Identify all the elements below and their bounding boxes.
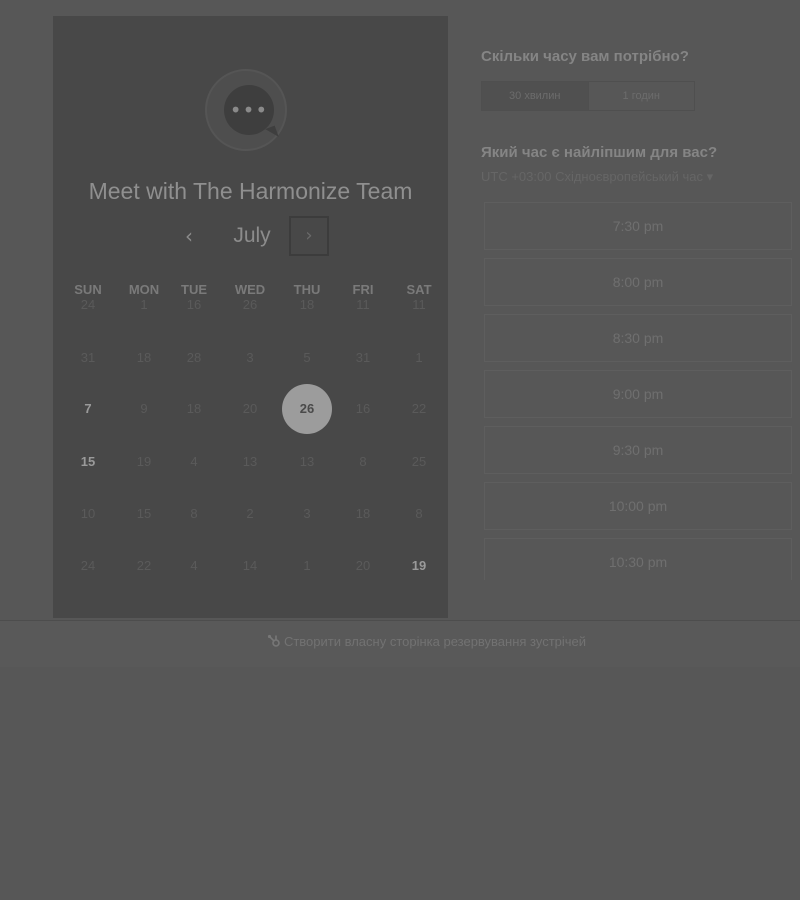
duration-heading: Скільки часу вам потрібно? (481, 48, 689, 65)
calendar-panel: ••• Meet with The Harmonize Team ‹ July … (53, 16, 448, 618)
calendar-day: 3 (246, 350, 254, 365)
calendar-day: 24 (80, 297, 96, 312)
calendar-day: 5 (303, 350, 311, 365)
calendar-day: 3 (303, 506, 311, 521)
calendar-day: 11 (356, 297, 370, 312)
time-slot-button[interactable]: 10:00 pm (484, 482, 792, 530)
calendar-day: 2 (246, 506, 254, 521)
timezone-dropdown[interactable]: UTC +03:00 Східноєвропейський час ▾ (481, 169, 713, 185)
calendar-day: 20 (242, 401, 258, 416)
calendar-day: 22 (136, 558, 152, 573)
calendar-day: 11 (412, 297, 426, 312)
calendar-day: 1 (140, 297, 148, 312)
time-slot-button[interactable]: 8:00 pm (484, 258, 792, 306)
calendar-day: 1 (303, 558, 311, 573)
time-slot-button[interactable]: 9:00 pm (484, 370, 792, 418)
calendar-day: 10 (80, 506, 96, 521)
month-label: July (233, 224, 271, 247)
calendar-day: 9 (140, 401, 148, 416)
next-month-chevron-icon[interactable]: › (289, 216, 329, 256)
calendar-day: 13 (242, 454, 258, 469)
calendar-day: 8 (190, 506, 198, 521)
calendar-day-available[interactable]: 7 (63, 384, 113, 434)
time-slot-button[interactable]: 8:30 pm (484, 314, 792, 362)
duration-toggle: 30 хвилин 1 годин (481, 81, 695, 111)
calendar-day: 18 (186, 401, 202, 416)
page-title: Meet with The Harmonize Team (88, 178, 413, 204)
calendar-day: 24 (80, 558, 96, 573)
time-slot-button[interactable]: 9:30 pm (484, 426, 792, 474)
calendar-day: 20 (355, 558, 371, 573)
calendar-day: 31 (80, 350, 96, 365)
calendar-day: 8 (415, 506, 423, 521)
duration-option-30-min[interactable]: 30 хвилин (482, 82, 588, 110)
calendar-day-selected[interactable]: 26 (282, 384, 332, 434)
calendar-day: 18 (355, 506, 371, 521)
calendar-day: 25 (411, 454, 427, 469)
chat-bubble-dots-icon: ••• (224, 85, 274, 135)
calendar-day: 31 (355, 350, 371, 365)
calendar-day: 1 (415, 350, 423, 365)
month-navigation: ‹ July › (53, 216, 448, 260)
calendar-day: 28 (186, 350, 202, 365)
calendar-day: 14 (242, 558, 258, 573)
footer-bar: Створити власну сторінка резервування зу… (0, 620, 800, 667)
create-booking-page-link[interactable]: Створити власну сторінка резервування зу… (53, 621, 800, 667)
hubspot-sprocket-icon (267, 634, 280, 647)
time-slot-button[interactable]: 10:30 pm (484, 538, 792, 580)
time-heading: Який час є найліпшим для вас? (481, 144, 718, 161)
calendar-day: 16 (186, 297, 202, 312)
calendar-day: 16 (355, 401, 371, 416)
calendar-day: 15 (136, 506, 152, 521)
footer-link-text: Створити власну сторінка резервування зу… (283, 634, 587, 649)
calendar-day: 4 (190, 558, 198, 573)
calendar-day: 13 (299, 454, 315, 469)
prev-month-chevron-icon[interactable]: ‹ (177, 222, 201, 250)
calendar-day: 18 (299, 297, 315, 312)
team-logo: ••• (205, 69, 287, 151)
calendar-day: 18 (136, 350, 152, 365)
calendar-day: 4 (190, 454, 198, 469)
calendar-day-available[interactable]: 19 (394, 541, 444, 591)
calendar-day: 22 (411, 401, 427, 416)
calendar-day: 8 (359, 454, 367, 469)
calendar-day: 26 (242, 297, 258, 312)
time-slot-button[interactable]: 7:30 pm (484, 202, 792, 250)
calendar-day-available[interactable]: 15 (63, 437, 113, 487)
duration-option-1-hour[interactable]: 1 годин (587, 82, 695, 110)
calendar-day: 19 (136, 454, 152, 469)
